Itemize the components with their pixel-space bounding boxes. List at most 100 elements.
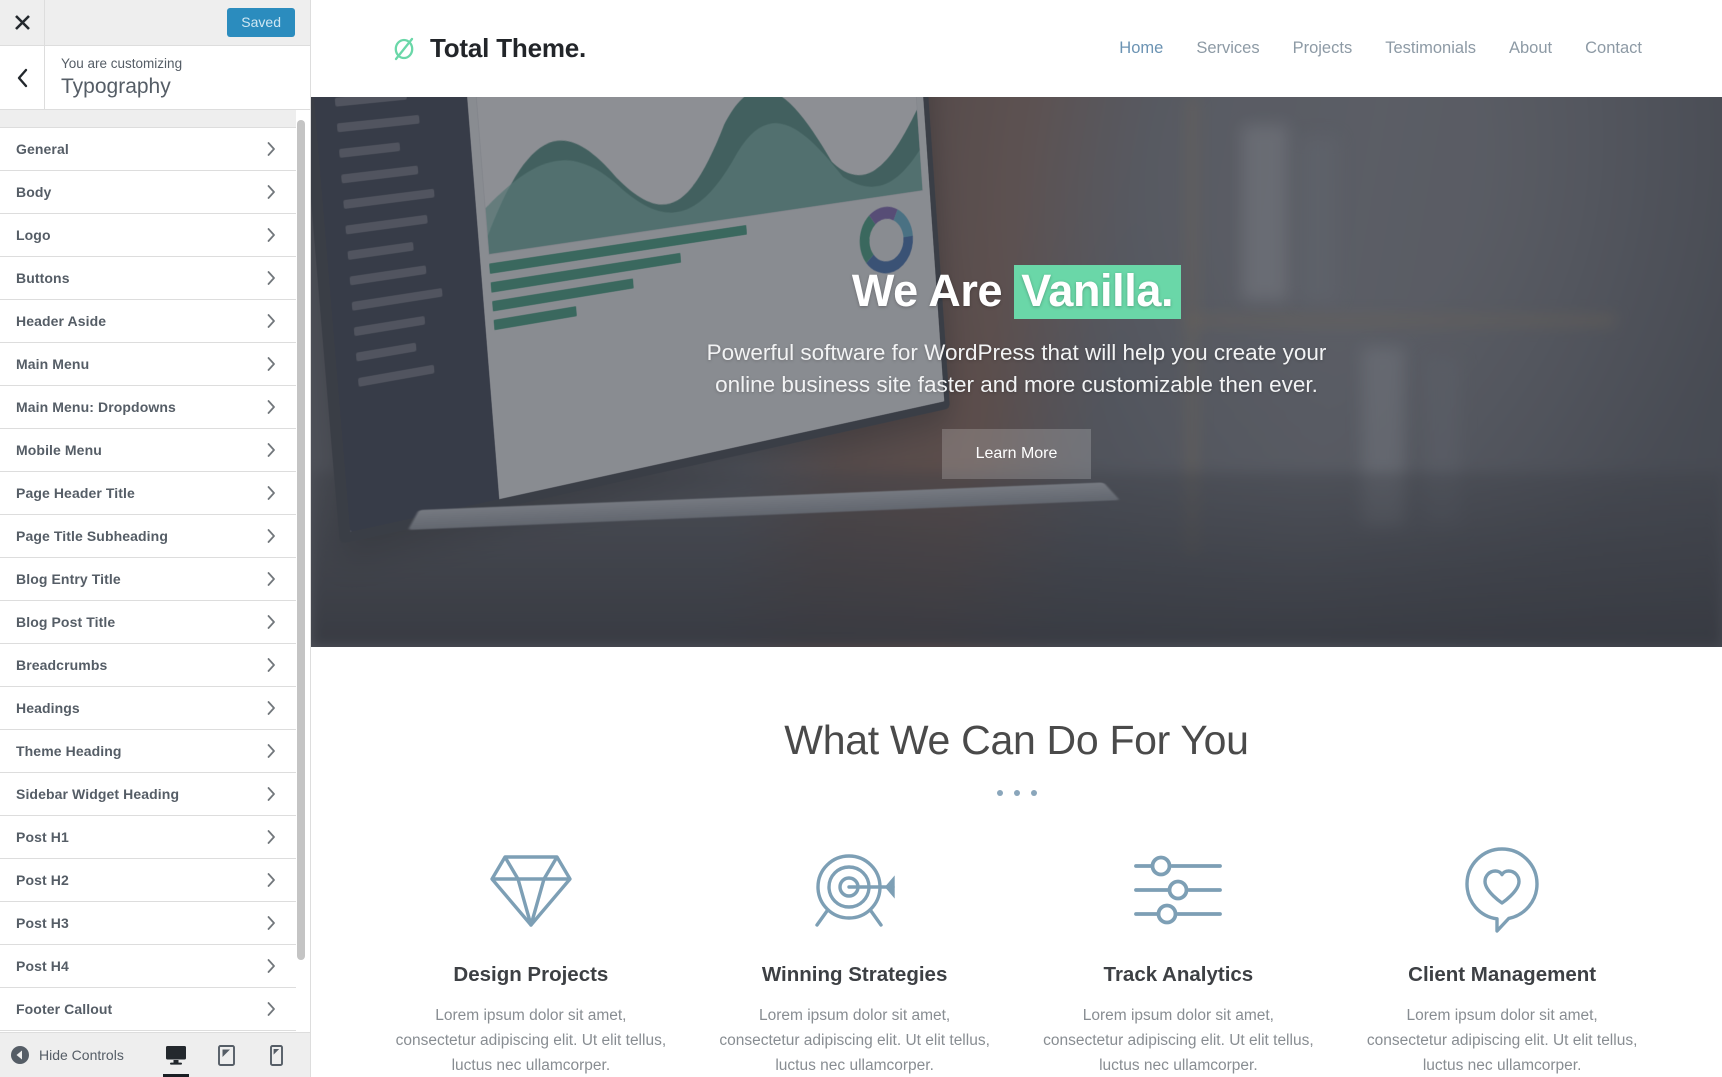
section-label: Page Title Subheading xyxy=(16,528,168,544)
desktop-icon xyxy=(166,1046,186,1065)
device-mobile-button[interactable] xyxy=(257,1033,295,1077)
tablet-icon xyxy=(217,1044,235,1066)
section-label: Blog Entry Title xyxy=(16,571,121,587)
chevron-right-icon xyxy=(267,744,275,758)
customizer-section-sidebar-widget-heading[interactable]: Sidebar Widget Heading xyxy=(0,773,296,816)
customizer-section-general[interactable]: General xyxy=(0,128,296,171)
customizer-section-main-menu-dropdowns[interactable]: Main Menu: Dropdowns xyxy=(0,386,296,429)
customizer-section-main-menu[interactable]: Main Menu xyxy=(0,343,296,386)
features-section: What We Can Do For You Design Projects Lo… xyxy=(311,647,1722,1077)
hide-controls-label: Hide Controls xyxy=(39,1047,124,1063)
hero-title-highlight: Vanilla. xyxy=(1014,264,1182,319)
customizer-section-post-h3[interactable]: Post H3 xyxy=(0,902,296,945)
site-brand[interactable]: Total Theme. xyxy=(391,33,586,64)
section-label: Main Menu xyxy=(16,356,90,372)
section-label: Headings xyxy=(16,700,80,716)
chevron-right-icon xyxy=(267,572,275,586)
chevron-right-icon xyxy=(267,916,275,930)
customizing-prefix: You are customizing xyxy=(61,56,183,72)
customizer-section-blog-entry-title[interactable]: Blog Entry Title xyxy=(0,558,296,601)
section-label: Header Aside xyxy=(16,313,107,329)
feature-icon-wrap xyxy=(1043,844,1315,936)
customizer-section-list: General Body Logo Buttons Header Aside Main M… xyxy=(0,128,310,1031)
customizer-screen: Saved You are customizing Typography Gen… xyxy=(0,0,1722,1077)
device-desktop-button[interactable] xyxy=(157,1033,195,1077)
nav-link-contact[interactable]: Contact xyxy=(1585,39,1642,58)
nav-link-home[interactable]: Home xyxy=(1119,39,1163,58)
section-label: Logo xyxy=(16,227,51,243)
feature-title: Track Analytics xyxy=(1103,963,1254,986)
section-label: Post H4 xyxy=(16,958,69,974)
section-label: Body xyxy=(16,184,52,200)
customizer-section-buttons[interactable]: Buttons xyxy=(0,257,296,300)
sidebar-scrollbar[interactable] xyxy=(297,110,305,1032)
feature-icon-wrap xyxy=(719,844,991,936)
site-preview: Total Theme. Home Services Projects Testimo… xyxy=(311,0,1722,1077)
features-section-title: What We Can Do For You xyxy=(784,717,1249,763)
section-label: Buttons xyxy=(16,270,70,286)
customizer-section-post-h2[interactable]: Post H2 xyxy=(0,859,296,902)
feature-text: Lorem ipsum dolor sit amet, consectetur … xyxy=(719,1007,990,1075)
close-icon[interactable] xyxy=(0,0,45,45)
customizer-sidebar: Saved You are customizing Typography Gen… xyxy=(0,0,311,1077)
saved-button[interactable]: Saved xyxy=(227,8,295,37)
chevron-right-icon xyxy=(267,314,275,328)
customizer-footer: Hide Controls xyxy=(0,1032,310,1077)
collapse-icon xyxy=(11,1046,29,1064)
customizer-list-wrap: General Body Logo Buttons Header Aside Main M… xyxy=(0,110,310,1032)
customizer-section-page-title-subheading[interactable]: Page Title Subheading xyxy=(0,515,296,558)
sliders-icon xyxy=(1134,855,1223,925)
chevron-right-icon xyxy=(267,400,275,414)
customizer-section-body[interactable]: Body xyxy=(0,171,296,214)
device-tablet-button[interactable] xyxy=(207,1033,245,1077)
customizer-section-mobile-menu[interactable]: Mobile Menu xyxy=(0,429,296,472)
logo-icon xyxy=(394,37,414,60)
hide-controls-button[interactable]: Hide Controls xyxy=(10,1045,124,1065)
customizer-section-page-header-title[interactable]: Page Header Title xyxy=(0,472,296,515)
section-label: Page Header Title xyxy=(16,485,135,501)
main-menu: Home Services Projects Testimonials About Con… xyxy=(1119,39,1642,58)
chevron-right-icon xyxy=(267,615,275,629)
customizer-section-theme-heading[interactable]: Theme Heading xyxy=(0,730,296,773)
chevron-right-icon xyxy=(267,228,275,242)
back-icon[interactable] xyxy=(0,46,45,109)
section-label: Main Menu: Dropdowns xyxy=(16,399,176,415)
customizer-section-post-h1[interactable]: Post H1 xyxy=(0,816,296,859)
chevron-right-icon xyxy=(267,1002,275,1016)
section-label: Mobile Menu xyxy=(16,442,102,458)
learn-more-button[interactable]: Learn More xyxy=(941,429,1092,480)
section-label: Post H2 xyxy=(16,872,69,888)
feature-text: Lorem ipsum dolor sit amet, consectetur … xyxy=(395,1007,667,1075)
nav-link-about[interactable]: About xyxy=(1509,39,1552,58)
panel-titles: You are customizing Typography xyxy=(45,46,310,109)
section-divider-dots xyxy=(381,790,1652,796)
section-label: Blog Post Title xyxy=(16,614,116,630)
divider-dot xyxy=(1030,790,1037,796)
feature-card: Design Projects Lorem ipsum dolor sit ame… xyxy=(381,844,681,1077)
sidebar-scroll-thumb[interactable] xyxy=(297,120,305,960)
customizer-section-blog-post-title[interactable]: Blog Post Title xyxy=(0,601,296,644)
customizer-section-header-aside[interactable]: Header Aside xyxy=(0,300,296,343)
chevron-right-icon xyxy=(267,959,275,973)
hero-subtitle: Powerful software for WordPress that wil… xyxy=(706,339,1327,397)
customizer-section-post-h4[interactable]: Post H4 xyxy=(0,945,296,988)
chevron-right-icon xyxy=(267,658,275,672)
chevron-right-icon xyxy=(267,357,275,371)
diamond-icon xyxy=(490,855,572,927)
section-label: Post H3 xyxy=(16,915,69,931)
site-header: Total Theme. Home Services Projects Testimo… xyxy=(311,0,1722,97)
customizer-section-headings[interactable]: Headings xyxy=(0,687,296,730)
customizer-section-breadcrumbs[interactable]: Breadcrumbs xyxy=(0,644,296,687)
divider-dot xyxy=(1013,790,1020,796)
customizer-section-logo[interactable]: Logo xyxy=(0,214,296,257)
section-label: Post H1 xyxy=(16,829,69,845)
chevron-right-icon xyxy=(267,486,275,500)
nav-link-projects[interactable]: Projects xyxy=(1293,39,1353,58)
nav-link-services[interactable]: Services xyxy=(1196,39,1259,58)
customizer-section-footer-callout[interactable]: Footer Callout xyxy=(0,988,296,1031)
nav-link-testimonials[interactable]: Testimonials xyxy=(1385,39,1476,58)
mobile-icon xyxy=(269,1044,283,1066)
panel-title: Typography xyxy=(61,74,171,98)
section-label: Theme Heading xyxy=(16,743,122,759)
chevron-right-icon xyxy=(267,142,275,156)
